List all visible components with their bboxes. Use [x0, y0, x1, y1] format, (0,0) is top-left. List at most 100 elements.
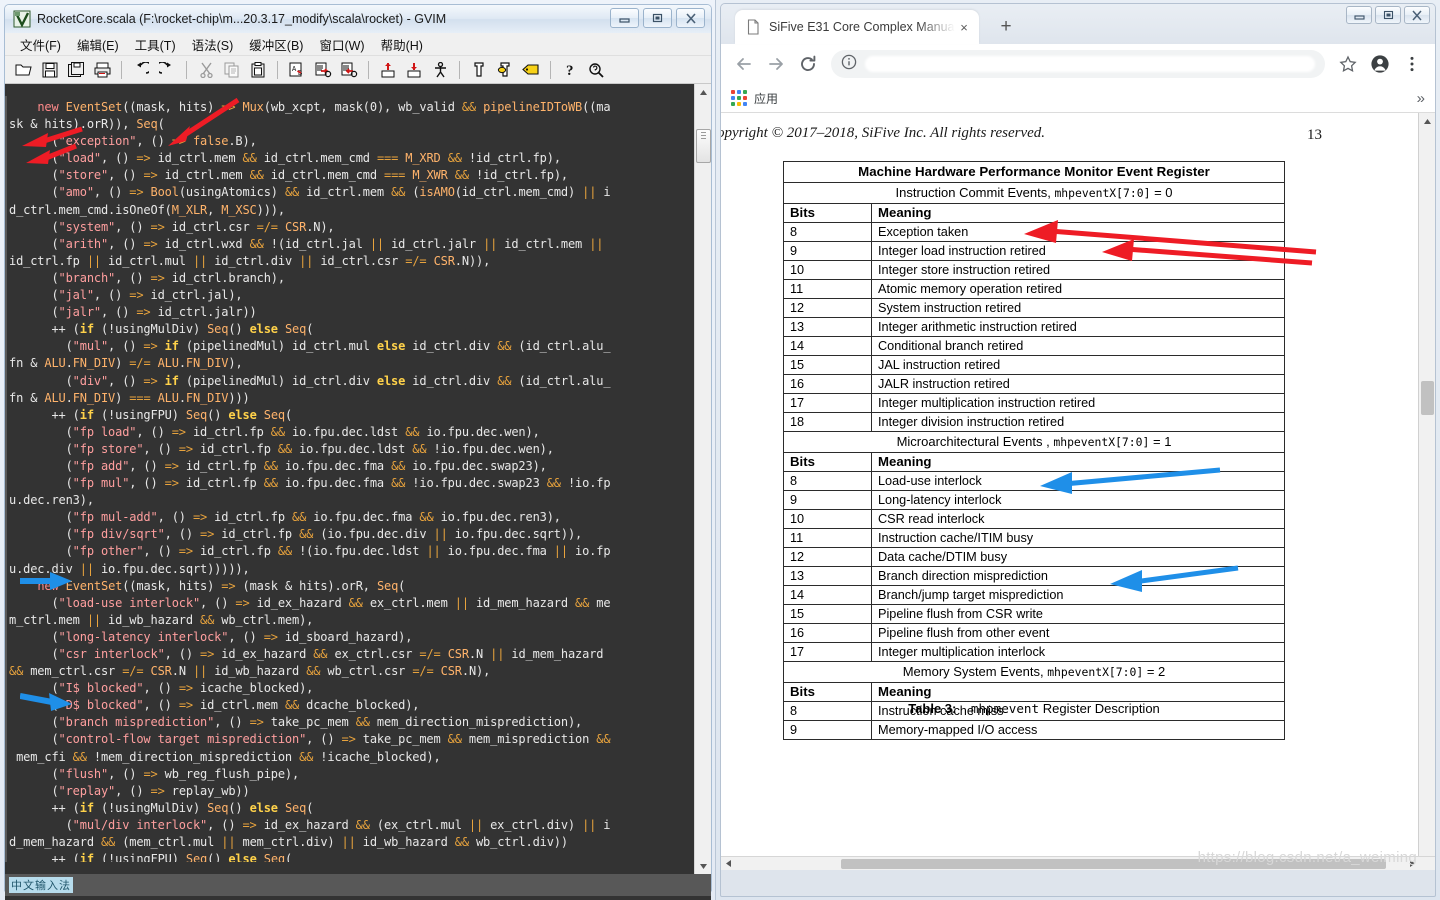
- table-row: 13 Integer arithmetic instruction retired: [783, 317, 1285, 337]
- new-tab-button[interactable]: +: [993, 14, 1019, 40]
- chrome-minimize-button[interactable]: [1346, 6, 1372, 24]
- chrome-close-button[interactable]: [1404, 6, 1430, 24]
- scroll-down-arrow-icon[interactable]: [695, 858, 712, 874]
- gvim-maximize-button[interactable]: [643, 8, 672, 28]
- menu-buffers[interactable]: 缓冲区(B): [242, 33, 310, 56]
- gvim-vertical-scrollbar[interactable]: [694, 84, 711, 874]
- toolbar-separator: [459, 60, 460, 79]
- reload-icon[interactable]: [793, 49, 823, 79]
- table-section-header: Microarchitectural Events , mhpeventX[7:…: [783, 431, 1285, 453]
- table-row: 9 Integer load instruction retired: [783, 241, 1285, 261]
- gvim-window: RocketCore.scala (F:\rocket-chip\m...20.…: [0, 0, 716, 900]
- cell-meaning: Instruction cache/ITIM busy: [871, 528, 1285, 548]
- table-row: 14 Conditional branch retired: [783, 336, 1285, 356]
- cut-icon[interactable]: [194, 58, 218, 82]
- find-help-icon[interactable]: [584, 58, 608, 82]
- find-replace-icon[interactable]: AB: [285, 58, 309, 82]
- table-column-header: Bits Meaning: [783, 682, 1285, 702]
- build-tags-icon[interactable]: [493, 58, 517, 82]
- scroll-up-arrow-icon[interactable]: [1419, 113, 1435, 129]
- bookmarks-bar[interactable]: 应用 »: [721, 84, 1435, 113]
- gvim-menubar[interactable]: 文件(F) 编辑(E) 工具(T) 语法(S) 缓冲区(B) 窗口(W) 帮助(…: [5, 33, 711, 56]
- redo-icon[interactable]: [155, 58, 179, 82]
- browser-tab[interactable]: SiFive E31 Core Complex Manual ×: [735, 10, 979, 44]
- cell-bits: 9: [783, 241, 872, 261]
- pdf-vertical-scrollbar[interactable]: [1418, 113, 1435, 856]
- cell-meaning: Atomic memory operation retired: [871, 279, 1285, 299]
- menu-tools[interactable]: 工具(T): [128, 33, 183, 56]
- profile-icon[interactable]: [1365, 49, 1395, 79]
- copy-icon[interactable]: [220, 58, 244, 82]
- star-icon[interactable]: [1333, 49, 1363, 79]
- gvim-scrollbar-thumb[interactable]: [696, 129, 711, 163]
- chrome-tabstrip[interactable]: SiFive E31 Core Complex Manual × +: [721, 4, 1435, 44]
- menu-window[interactable]: 窗口(W): [312, 33, 371, 56]
- help-icon[interactable]: ?: [558, 58, 582, 82]
- scroll-up-arrow-icon[interactable]: [695, 84, 712, 100]
- tab-title: SiFive E31 Core Complex Manual: [769, 20, 955, 34]
- ime-indicator: 中文输入法: [9, 877, 73, 893]
- gvim-titlebar[interactable]: RocketCore.scala (F:\rocket-chip\m...20.…: [5, 5, 711, 33]
- gvim-editor-area[interactable]: new EventSet((mask, hits) => Mux(wb_xcpt…: [5, 84, 711, 874]
- info-icon[interactable]: [841, 54, 857, 75]
- forward-icon[interactable]: [761, 49, 791, 79]
- menu-help[interactable]: 帮助(H): [374, 33, 430, 56]
- apps-shortcut[interactable]: 应用: [731, 90, 778, 107]
- cell-meaning: Branch/jump target misprediction: [871, 585, 1285, 605]
- paste-icon[interactable]: [246, 58, 270, 82]
- gvim-toolbar[interactable]: AB ?: [5, 56, 711, 84]
- pdf-scrollbar-thumb[interactable]: [1421, 381, 1434, 415]
- column-meaning: Meaning: [871, 682, 1285, 702]
- address-bar[interactable]: [831, 50, 1325, 78]
- table-row: 17 Integer multiplication interlock: [783, 642, 1285, 662]
- save-file-icon[interactable]: [38, 58, 62, 82]
- back-icon[interactable]: [729, 49, 759, 79]
- cell-meaning: Integer division instruction retired: [871, 412, 1285, 432]
- save-all-icon[interactable]: [64, 58, 88, 82]
- pdf-viewer[interactable]: opyright © 2017–2018, SiFive Inc. All ri…: [721, 113, 1435, 870]
- make-icon[interactable]: [467, 58, 491, 82]
- menu-file[interactable]: 文件(F): [13, 33, 68, 56]
- find-next-icon[interactable]: [311, 58, 335, 82]
- cell-meaning: Pipeline flush from CSR write: [871, 604, 1285, 624]
- table-row: 13 Branch direction misprediction: [783, 566, 1285, 586]
- gvim-close-button[interactable]: [676, 8, 705, 28]
- code-text[interactable]: new EventSet((mask, hits) => Mux(wb_xcpt…: [5, 96, 694, 862]
- load-session-icon[interactable]: [376, 58, 400, 82]
- table-caption: Table 3: mhpmevent Register Description: [783, 701, 1285, 716]
- cell-bits: 16: [783, 623, 872, 643]
- find-previous-icon[interactable]: [337, 58, 361, 82]
- menu-edit[interactable]: 编辑(E): [70, 33, 126, 56]
- more-vertical-icon[interactable]: [1397, 49, 1427, 79]
- chrome-maximize-button[interactable]: [1375, 6, 1401, 24]
- run-script-icon[interactable]: [428, 58, 452, 82]
- url-text[interactable]: [865, 56, 1315, 72]
- chrome-toolbar[interactable]: [721, 44, 1435, 84]
- cell-bits: 16: [783, 374, 872, 394]
- save-session-icon[interactable]: [402, 58, 426, 82]
- svg-text:?: ?: [566, 63, 574, 78]
- gvim-ruler: 159,58 13%: [5, 896, 711, 900]
- close-icon[interactable]: ×: [955, 18, 973, 36]
- pdf-horizontal-scrollbar[interactable]: [721, 856, 1435, 870]
- undo-icon[interactable]: [129, 58, 153, 82]
- cell-bits: 13: [783, 566, 872, 586]
- toolbar-separator: [277, 60, 278, 79]
- cell-bits: 13: [783, 317, 872, 337]
- table-row: 16 JALR instruction retired: [783, 374, 1285, 394]
- table-row: 11 Instruction cache/ITIM busy: [783, 528, 1285, 548]
- jump-tag-icon[interactable]: [519, 58, 543, 82]
- menu-syntax[interactable]: 语法(S): [185, 33, 241, 56]
- bookmarks-overflow-icon[interactable]: »: [1417, 90, 1425, 107]
- cell-meaning: Long-latency interlock: [871, 490, 1285, 510]
- print-icon[interactable]: [90, 58, 114, 82]
- table-row: 16 Pipeline flush from other event: [783, 623, 1285, 643]
- scroll-right-arrow-icon[interactable]: [1405, 857, 1419, 871]
- cell-bits: 11: [783, 528, 872, 548]
- scroll-left-arrow-icon[interactable]: [721, 857, 735, 871]
- open-file-icon[interactable]: [12, 58, 36, 82]
- cell-bits: 14: [783, 336, 872, 356]
- gvim-minimize-button[interactable]: [610, 8, 639, 28]
- chrome-browser-window: SiFive E31 Core Complex Manual × + 应用 » …: [716, 0, 1440, 900]
- pdf-hscrollbar-thumb[interactable]: [841, 859, 1386, 869]
